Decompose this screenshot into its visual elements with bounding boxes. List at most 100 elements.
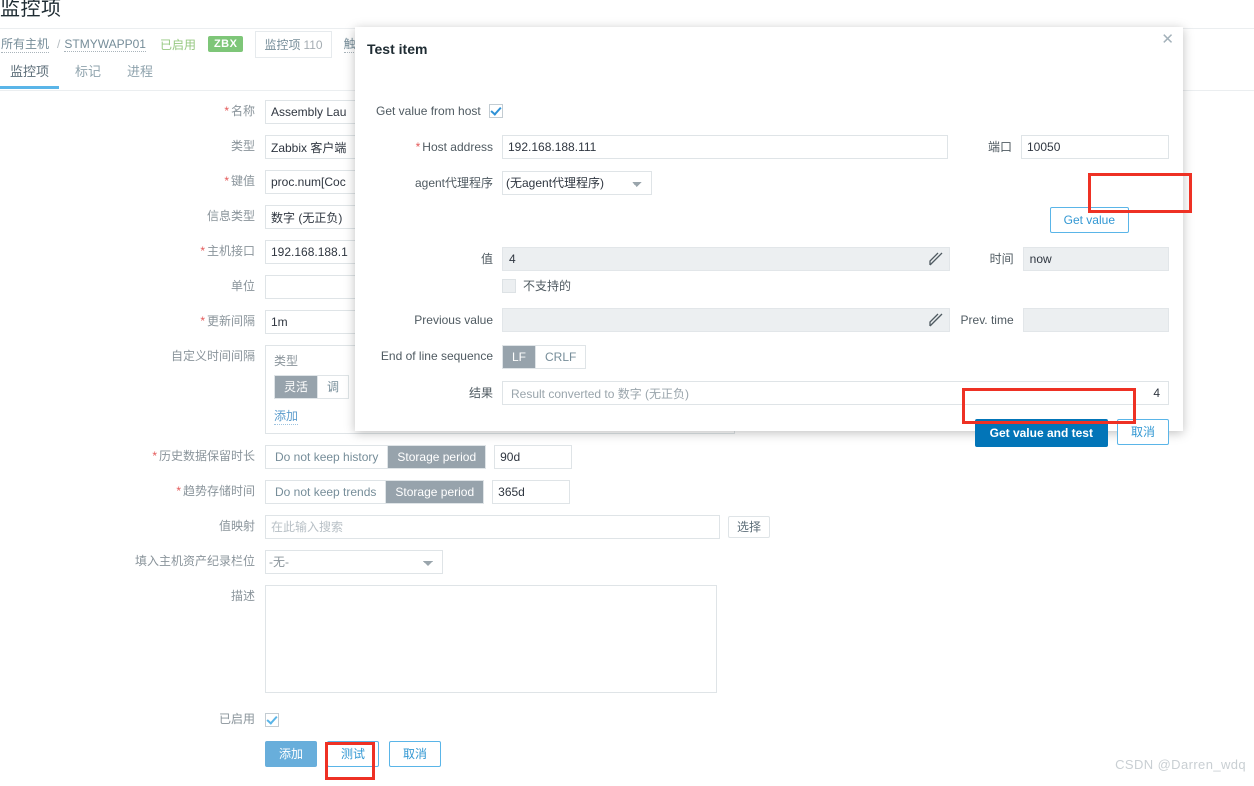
cancel-button[interactable]: 取消: [389, 741, 442, 767]
enabled-checkbox[interactable]: [265, 712, 279, 727]
label-type: 类型: [230, 139, 255, 153]
value-readonly-field[interactable]: 4: [502, 247, 950, 271]
label-host-interface: * 主机接口: [0, 240, 265, 262]
tab-items[interactable]: 监控项: [0, 61, 60, 89]
history-storage-period[interactable]: Storage period: [388, 446, 486, 468]
page-title: 监控项: [0, 0, 62, 20]
get-value-from-host-checkbox[interactable]: [488, 104, 503, 118]
label-prev-time: Prev. time: [960, 313, 1014, 327]
label-trends: * 趋势存储时间: [0, 480, 265, 502]
time-readonly-field: now: [1022, 247, 1169, 271]
trends-period-input[interactable]: [492, 480, 571, 504]
form-row-trends: * 趋势存储时间 Do not keep trends Storage perio…: [0, 480, 1254, 504]
breadcrumb-all-hosts-link[interactable]: 所有主机: [1, 35, 50, 53]
label-not-supported: 不支持的: [523, 279, 572, 293]
pencil-icon[interactable]: [928, 252, 943, 266]
label-key: * 键值: [0, 170, 265, 192]
label-update-interval-text: 更新间隔: [206, 314, 255, 328]
label-port: 端口: [987, 140, 1012, 154]
history-mode-toggle[interactable]: Do not keep history Storage period: [265, 445, 487, 469]
modal-row-value: 值 4 时间 now: [369, 247, 1169, 271]
modal-row-eol: End of line sequence LF CRLF: [369, 344, 1169, 369]
label-info-type: 信息类型: [206, 209, 255, 223]
label-custom-intervals: 自定义时间间隔: [170, 349, 255, 363]
get-value-button[interactable]: Get value: [1049, 207, 1129, 233]
host-status-badge[interactable]: 已启用: [160, 36, 196, 53]
add-button[interactable]: 添加: [265, 741, 318, 767]
label-eol: End of line sequence: [380, 349, 493, 363]
required-marker: *: [224, 104, 229, 118]
inventory-field-select[interactable]: -无-: [265, 550, 443, 574]
modal-row-agent-proxy: agent代理程序 (无agent代理程序): [369, 171, 1169, 195]
value-readonly-text: 4: [509, 252, 516, 266]
breadcrumb-host[interactable]: STMYWAPP01: [64, 37, 146, 52]
result-value: 4: [1153, 386, 1160, 400]
form-row-actions: 添加 测试 取消: [0, 741, 1254, 767]
interval-type-flexible[interactable]: 灵活: [275, 376, 319, 398]
label-time: 时间: [989, 252, 1014, 266]
trends-storage-period[interactable]: Storage period: [386, 481, 484, 503]
history-period-input[interactable]: [494, 445, 573, 469]
label-agent-proxy: agent代理程序: [414, 176, 493, 190]
prev-time-field: [1022, 308, 1169, 332]
modal-row-get-value: Get value: [369, 207, 1169, 233]
agent-proxy-select[interactable]: (无agent代理程序): [502, 171, 652, 195]
port-input[interactable]: [1021, 135, 1169, 159]
label-enabled: 已启用: [218, 712, 255, 726]
required-marker: *: [200, 244, 205, 258]
eol-toggle[interactable]: LF CRLF: [502, 345, 587, 369]
label-name: * 名称: [0, 100, 265, 122]
pencil-icon[interactable]: [928, 313, 943, 327]
zbx-availability-badge[interactable]: ZBX: [207, 36, 244, 52]
trends-mode-toggle[interactable]: Do not keep trends Storage period: [265, 480, 485, 504]
label-history: * 历史数据保留时长: [0, 445, 265, 467]
items-count-chip-count: 110: [303, 37, 323, 52]
dialog-cancel-button[interactable]: 取消: [1116, 419, 1169, 445]
breadcrumb-separator: /: [57, 37, 61, 51]
tab-preprocessing[interactable]: 进程: [125, 61, 155, 88]
label-host-address: * Host address: [369, 135, 502, 159]
close-icon[interactable]: ✕: [1161, 32, 1174, 47]
label-units: 单位: [230, 279, 255, 293]
label-result: 结果: [468, 386, 493, 400]
previous-value-field[interactable]: [502, 308, 950, 332]
test-item-dialog: Test item ✕ Get value from host * Host ad…: [355, 27, 1183, 447]
form-row-inventory-field: 填入主机资产纪录栏位 -无-: [0, 550, 1254, 574]
custom-interval-type-toggle[interactable]: 灵活 调: [274, 375, 350, 399]
description-textarea[interactable]: [265, 585, 717, 693]
form-row-enabled: 已启用: [0, 708, 1254, 730]
required-marker: *: [152, 449, 157, 463]
breadcrumb-triggers-link[interactable]: 触: [343, 35, 356, 53]
host-address-input[interactable]: [502, 135, 948, 159]
label-inventory-field: 填入主机资产纪录栏位: [134, 554, 255, 568]
label-description: 描述: [230, 589, 255, 603]
interval-type-scheduling[interactable]: 调: [318, 376, 349, 398]
label-key-text: 键值: [230, 174, 255, 188]
not-supported-checkbox[interactable]: [502, 279, 516, 293]
value-map-select-button[interactable]: 选择: [728, 516, 771, 538]
add-custom-interval-link[interactable]: 添加: [274, 407, 299, 425]
required-marker: *: [176, 484, 181, 498]
modal-row-not-supported: 不支持的: [369, 275, 1169, 294]
label-previous-value: Previous value: [414, 313, 493, 327]
modal-row-previous-value: Previous value Prev. time: [369, 308, 1169, 332]
eol-option-crlf[interactable]: CRLF: [536, 346, 586, 368]
trends-do-not-keep[interactable]: Do not keep trends: [266, 481, 387, 503]
modal-row-result: 结果 Result converted to 数字 (无正负) 4: [369, 381, 1169, 405]
eol-option-lf[interactable]: LF: [503, 346, 537, 368]
test-button[interactable]: 测试: [327, 741, 380, 767]
result-placeholder: Result converted to 数字 (无正负): [511, 386, 690, 401]
history-do-not-keep[interactable]: Do not keep history: [266, 446, 389, 468]
tab-tags[interactable]: 标记: [73, 61, 103, 88]
form-row-description: 描述: [0, 585, 1254, 696]
label-host-interface-text: 主机接口: [206, 244, 255, 258]
result-field[interactable]: Result converted to 数字 (无正负) 4: [502, 381, 1169, 405]
required-marker: *: [200, 314, 205, 328]
form-row-history: * 历史数据保留时长 Do not keep history Storage pe…: [0, 445, 1254, 469]
get-value-and-test-button[interactable]: Get value and test: [974, 419, 1108, 447]
label-name-text: 名称: [230, 104, 255, 118]
modal-row-host-address: *Host address 端口: [369, 135, 1169, 159]
value-map-input[interactable]: [265, 515, 720, 539]
form-row-value-map: 值映射 选择: [0, 515, 1254, 539]
items-count-chip[interactable]: 监控项 110: [255, 30, 332, 58]
